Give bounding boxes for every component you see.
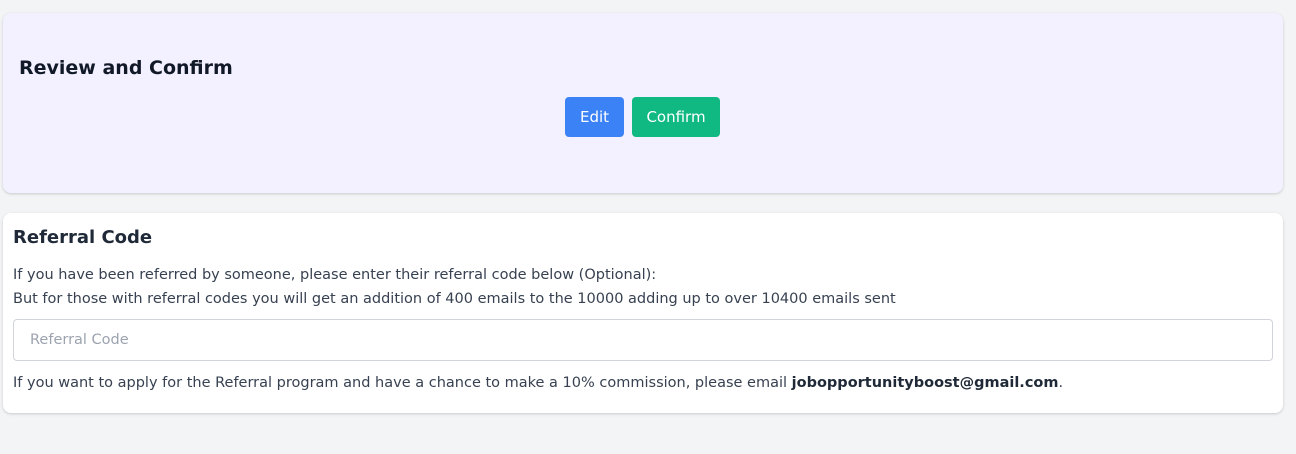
referral-description-line-2: But for those with referral codes you wi… xyxy=(13,291,896,307)
referral-description-line-1: If you have been referred by someone, pl… xyxy=(13,267,657,283)
referral-code-input[interactable] xyxy=(13,319,1273,361)
confirm-button[interactable]: Confirm xyxy=(632,97,720,137)
review-confirm-card: Review and Confirm Edit Confirm xyxy=(3,13,1283,193)
referral-contact-email: jobopportunityboost@gmail.com xyxy=(791,375,1059,391)
review-title: Review and Confirm xyxy=(19,57,233,79)
referral-note-text: If you want to apply for the Referral pr… xyxy=(13,375,792,391)
edit-button[interactable]: Edit xyxy=(565,97,624,137)
referral-code-card: Referral Code If you have been referred … xyxy=(3,213,1283,413)
referral-note-period: . xyxy=(1058,375,1064,391)
referral-program-note: If you want to apply for the Referral pr… xyxy=(13,373,1063,393)
referral-title: Referral Code xyxy=(13,227,153,248)
